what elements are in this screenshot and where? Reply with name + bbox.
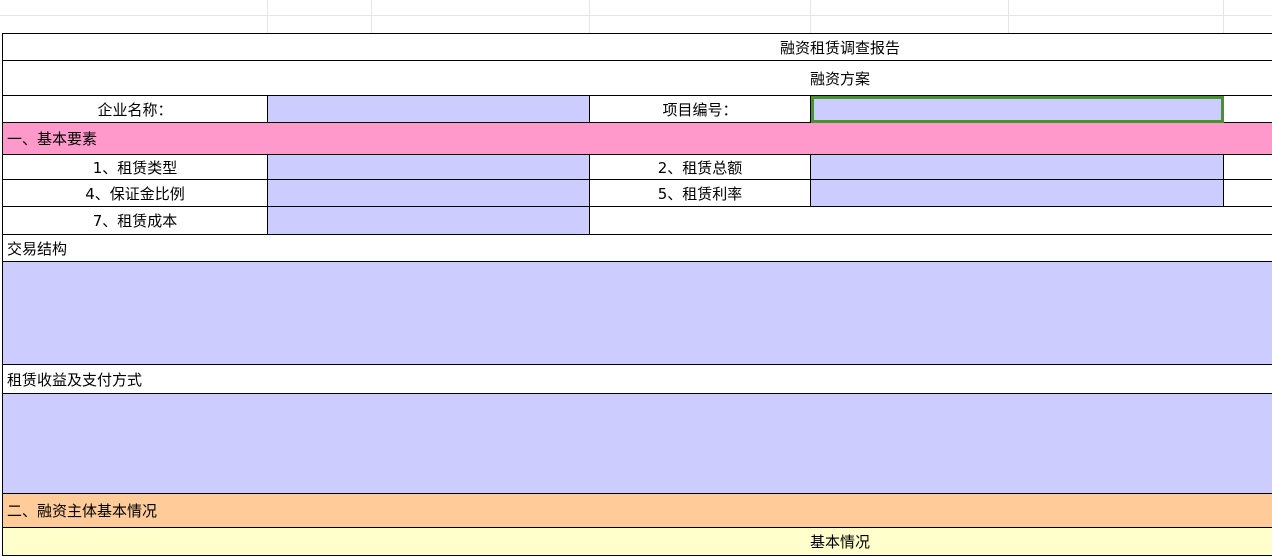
lease-type-input[interactable] <box>268 155 590 180</box>
gridline <box>371 0 372 33</box>
deposit-ratio-label: 4、保证金比例 <box>85 184 185 203</box>
section-basic-elements[interactable]: 一、基本要素 <box>2 123 1272 155</box>
basic-info-label: 基本情况 <box>809 533 870 551</box>
section-basic-elements-label: 一、基本要素 <box>7 130 98 148</box>
lease-total-label-cell[interactable]: 2、租赁总额 <box>590 155 811 180</box>
transaction-structure-input[interactable] <box>2 262 1272 365</box>
lease-income-label-cell[interactable]: 租赁收益及支付方式 <box>2 365 1272 394</box>
gridline <box>589 0 590 33</box>
gridline <box>1223 0 1224 33</box>
lease-cost-input[interactable] <box>268 207 590 235</box>
lease-rate-label-cell[interactable]: 5、租赁利率 <box>590 180 811 207</box>
subtitle: 融资方案 <box>809 69 870 88</box>
report-title-cell[interactable]: 融资租赁调查报告 <box>2 33 1272 61</box>
section-financing-entity-label: 二、融资主体基本情况 <box>7 502 158 520</box>
lease-total-label: 2、租赁总额 <box>657 158 743 177</box>
empty-cell[interactable] <box>1224 96 1272 123</box>
lease-income-input[interactable] <box>2 394 1272 494</box>
lease-total-input[interactable] <box>811 155 1224 180</box>
lease-income-label: 租赁收益及支付方式 <box>7 370 143 389</box>
lease-cost-label: 7、租赁成本 <box>92 212 178 230</box>
lease-rate-label: 5、租赁利率 <box>657 184 743 203</box>
company-name-input[interactable] <box>268 96 590 123</box>
gridline <box>267 0 268 33</box>
basic-info-cell[interactable]: 基本情况 <box>2 528 1272 556</box>
subtitle-cell[interactable]: 融资方案 <box>2 61 1272 96</box>
lease-cost-label-cell[interactable]: 7、租赁成本 <box>2 207 268 235</box>
transaction-structure-label: 交易结构 <box>7 239 68 258</box>
empty-cell[interactable] <box>590 207 1272 235</box>
deposit-ratio-label-cell[interactable]: 4、保证金比例 <box>2 180 268 207</box>
empty-cell[interactable] <box>1224 155 1272 180</box>
company-name-label-cell[interactable]: 企业名称： <box>2 96 268 123</box>
lease-type-label-cell[interactable]: 1、租赁类型 <box>2 155 268 180</box>
lease-rate-input[interactable] <box>811 180 1224 207</box>
gridline <box>0 15 1272 16</box>
deposit-ratio-input[interactable] <box>268 180 590 207</box>
gridline <box>810 0 811 33</box>
gridline <box>1008 0 1009 33</box>
company-name-label: 企业名称： <box>97 100 173 119</box>
transaction-structure-label-cell[interactable]: 交易结构 <box>2 235 1272 262</box>
project-no-input[interactable] <box>811 96 1224 123</box>
empty-cell[interactable] <box>1224 180 1272 207</box>
project-no-label-cell[interactable]: 项目编号： <box>590 96 811 123</box>
lease-type-label: 1、租赁类型 <box>92 158 178 177</box>
project-no-label: 项目编号： <box>662 100 738 119</box>
section-financing-entity[interactable]: 二、融资主体基本情况 <box>2 494 1272 528</box>
report-title: 融资租赁调查报告 <box>779 38 900 57</box>
